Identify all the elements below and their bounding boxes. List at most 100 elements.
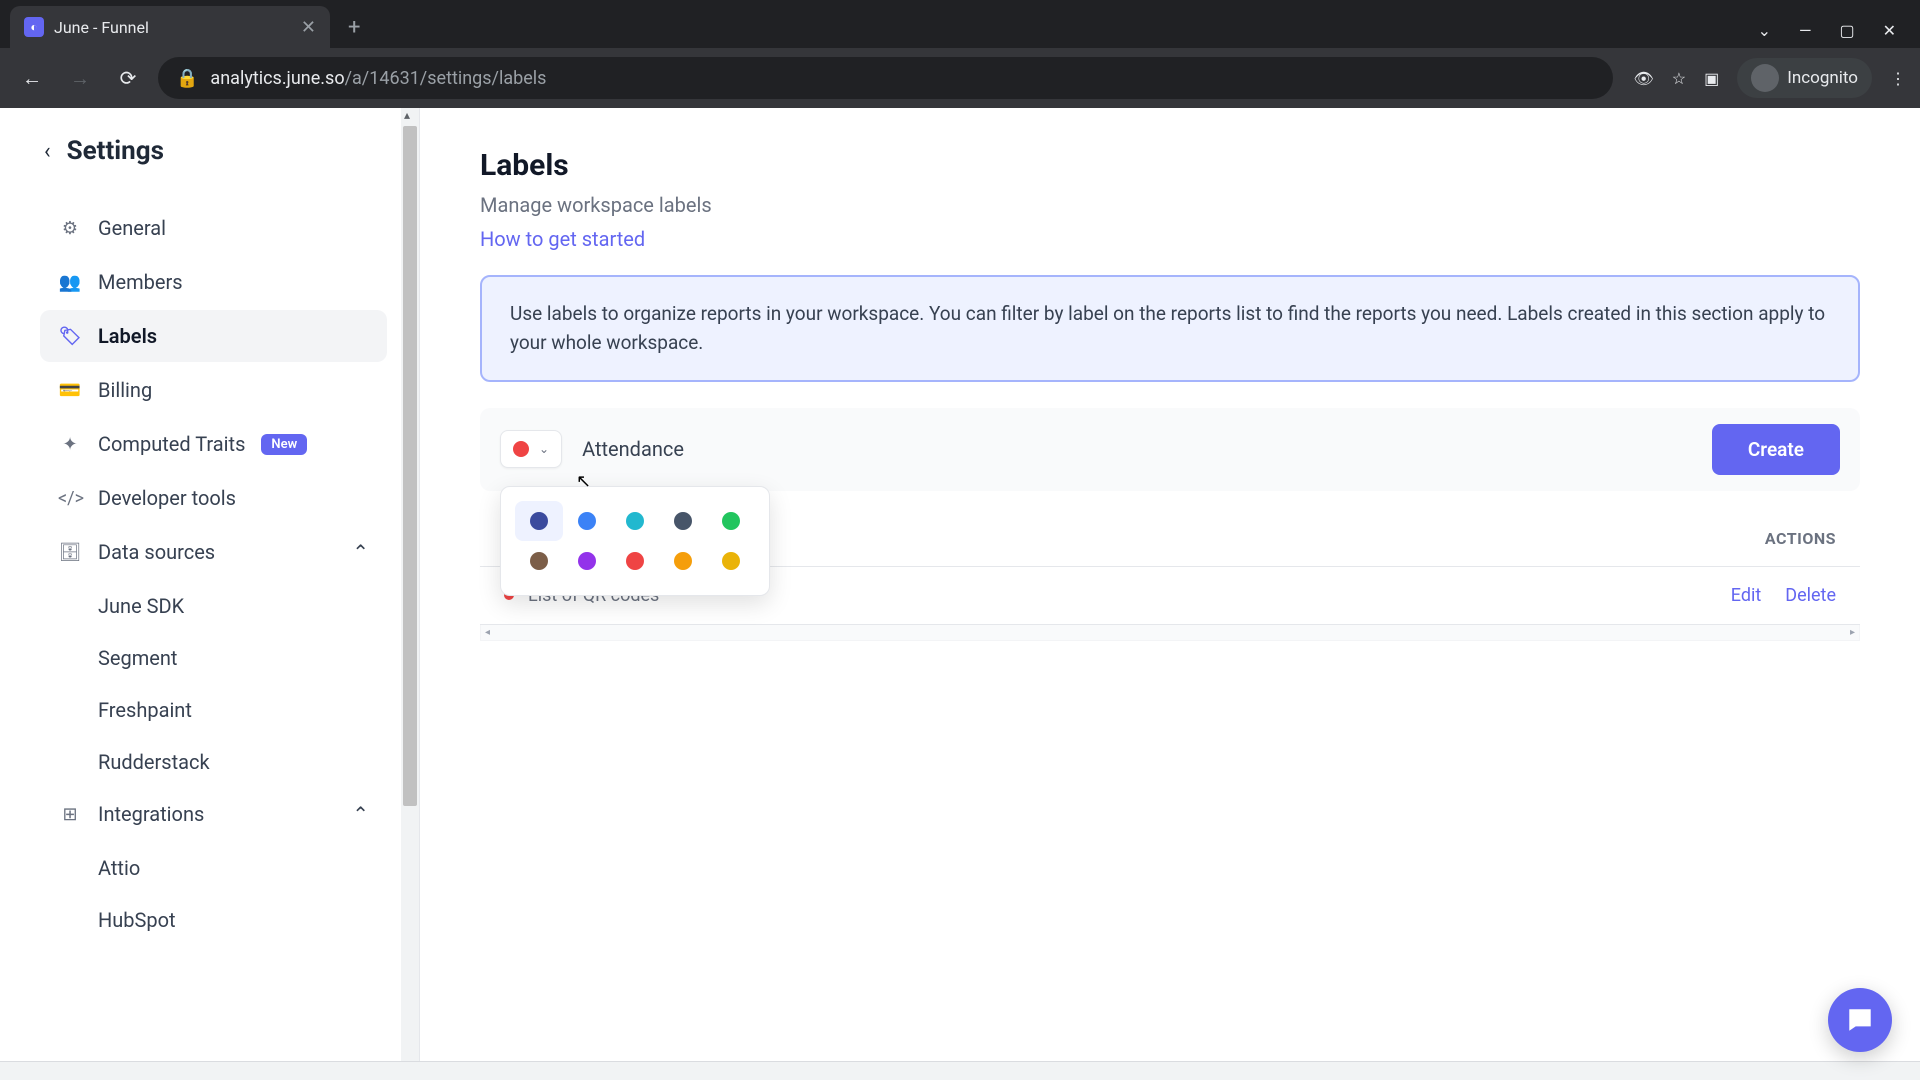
sidebar-item-label: Labels [98, 324, 157, 348]
sidebar-item-members[interactable]: 👥 Members [40, 256, 387, 308]
page-title: Labels [480, 148, 1860, 183]
sidebar-item-label: Integrations [98, 802, 204, 826]
url-domain: analytics.june.so [210, 68, 344, 89]
chevron-up-icon: ⌃ [352, 802, 369, 826]
sidebar-item-data-sources[interactable]: 🗄 Data sources ⌃ [40, 526, 387, 578]
sidebar-item-billing[interactable]: 💳 Billing [40, 364, 387, 416]
maximize-icon[interactable]: ▢ [1839, 21, 1854, 40]
color-dot-icon [626, 512, 644, 530]
nav-back-button[interactable]: ← [14, 60, 50, 96]
sidebar-item-label: Developer tools [98, 486, 236, 510]
tag-icon: 🏷 [58, 326, 82, 347]
sidebar-item-developer-tools[interactable]: </> Developer tools [40, 472, 387, 524]
table-scrollbar[interactable]: ◂ ▸ [480, 625, 1860, 641]
browser-chrome: ◐ June - Funnel ✕ + ⌄ — ▢ ✕ ← → ⟳ 🔒 anal… [0, 0, 1920, 108]
url-input[interactable]: 🔒 analytics.june.so/a/14631/settings/lab… [158, 57, 1613, 99]
settings-header: ‹ Settings [40, 136, 407, 166]
color-option-navy[interactable] [515, 501, 563, 541]
page-subtitle: Manage workspace labels [480, 193, 1860, 217]
sparkle-icon: ✦ [58, 434, 82, 455]
help-link[interactable]: How to get started [480, 227, 645, 251]
color-option-brown[interactable] [515, 541, 563, 581]
color-option-red[interactable] [611, 541, 659, 581]
create-button[interactable]: Create [1712, 424, 1840, 475]
browser-tab[interactable]: ◐ June - Funnel ✕ [10, 6, 330, 48]
label-name-input[interactable] [578, 429, 1696, 469]
close-window-icon[interactable]: ✕ [1883, 21, 1896, 40]
sidebar-item-general[interactable]: ⚙ General [40, 202, 387, 254]
color-dot-icon [722, 552, 740, 570]
eye-off-icon[interactable]: 👁 [1633, 69, 1653, 88]
url-path: /a/14631/settings/labels [345, 68, 547, 89]
back-chevron-icon[interactable]: ‹ [44, 139, 51, 164]
color-option-green[interactable] [707, 501, 755, 541]
tab-bar: ◐ June - Funnel ✕ + ⌄ — ▢ ✕ [0, 0, 1920, 48]
incognito-avatar-icon [1751, 64, 1779, 92]
bookmark-icon[interactable]: ☆ [1672, 69, 1686, 88]
sidebar-sub-segment[interactable]: Segment [40, 632, 407, 684]
address-bar: ← → ⟳ 🔒 analytics.june.so/a/14631/settin… [0, 48, 1920, 108]
color-dot-icon [674, 512, 692, 530]
tab-close-icon[interactable]: ✕ [301, 17, 316, 38]
sidebar-sub-june-sdk[interactable]: June SDK [40, 580, 407, 632]
sidebar-item-integrations[interactable]: ⊞ Integrations ⌃ [40, 788, 387, 840]
info-box: Use labels to organize reports in your w… [480, 275, 1860, 382]
minimize-icon[interactable]: — [1799, 21, 1812, 40]
color-option-orange[interactable] [659, 541, 707, 581]
color-dot-icon [674, 552, 692, 570]
new-tab-button[interactable]: + [330, 15, 378, 48]
extensions-icon[interactable]: ▣ [1704, 69, 1719, 88]
sidebar-item-labels[interactable]: 🏷 Labels [40, 310, 387, 362]
scroll-left-icon: ◂ [485, 627, 490, 638]
puzzle-icon: ⊞ [58, 804, 82, 825]
sidebar-item-label: Billing [98, 378, 152, 402]
color-option-yellow[interactable] [707, 541, 755, 581]
selected-color-dot [513, 441, 529, 457]
sidebar-sub-hubspot[interactable]: HubSpot [40, 894, 407, 946]
nav-reload-button[interactable]: ⟳ [110, 60, 146, 96]
scrollbar-thumb[interactable] [403, 126, 417, 806]
sidebar-item-computed-traits[interactable]: ✦ Computed Traits New [40, 418, 387, 470]
scroll-left-icon: ◂ [2, 1064, 8, 1078]
sidebar-sub-attio[interactable]: Attio [40, 842, 407, 894]
sidebar-scrollbar[interactable] [401, 108, 419, 1080]
delete-button[interactable]: Delete [1785, 585, 1836, 606]
tab-favicon-icon: ◐ [24, 17, 44, 37]
app-root: ‹ Settings ⚙ General 👥 Members 🏷 Labels … [0, 108, 1920, 1080]
color-picker-button[interactable]: ⌄ [500, 430, 562, 468]
sidebar: ‹ Settings ⚙ General 👥 Members 🏷 Labels … [0, 108, 420, 1080]
edit-button[interactable]: Edit [1731, 585, 1761, 606]
users-icon: 👥 [58, 272, 82, 293]
scroll-right-icon: ▸ [1850, 627, 1855, 638]
color-dot-icon [578, 552, 596, 570]
scroll-right-icon: ▸ [1912, 1064, 1918, 1078]
color-option-teal[interactable] [611, 501, 659, 541]
sidebar-item-label: Data sources [98, 540, 215, 564]
color-option-purple[interactable] [563, 541, 611, 581]
sidebar-item-label: General [98, 216, 166, 240]
chevron-up-icon: ⌃ [352, 540, 369, 564]
card-icon: 💳 [58, 380, 82, 401]
color-dot-icon [530, 512, 548, 530]
chevron-down-icon[interactable]: ⌄ [1758, 21, 1771, 40]
color-dot-icon [578, 512, 596, 530]
create-label-row: ⌄ Create ↖ [480, 408, 1860, 491]
intercom-chat-button[interactable] [1828, 988, 1892, 1052]
gear-icon: ⚙ [58, 218, 82, 239]
color-dot-icon [626, 552, 644, 570]
color-option-blue[interactable] [563, 501, 611, 541]
database-icon: 🗄 [58, 542, 82, 563]
incognito-badge[interactable]: Incognito [1737, 58, 1872, 98]
main-content: Labels Manage workspace labels How to ge… [420, 108, 1920, 1080]
incognito-label: Incognito [1787, 68, 1858, 88]
lock-icon: 🔒 [176, 68, 198, 89]
color-option-slate[interactable] [659, 501, 707, 541]
sidebar-sub-rudderstack[interactable]: Rudderstack [40, 736, 407, 788]
new-badge: New [261, 434, 307, 455]
sidebar-sub-freshpaint[interactable]: Freshpaint [40, 684, 407, 736]
chevron-down-icon: ⌄ [539, 442, 549, 456]
nav-forward-button[interactable]: → [62, 60, 98, 96]
code-icon: </> [58, 488, 82, 509]
kebab-menu-icon[interactable]: ⋮ [1890, 69, 1906, 88]
settings-title: Settings [67, 136, 164, 166]
